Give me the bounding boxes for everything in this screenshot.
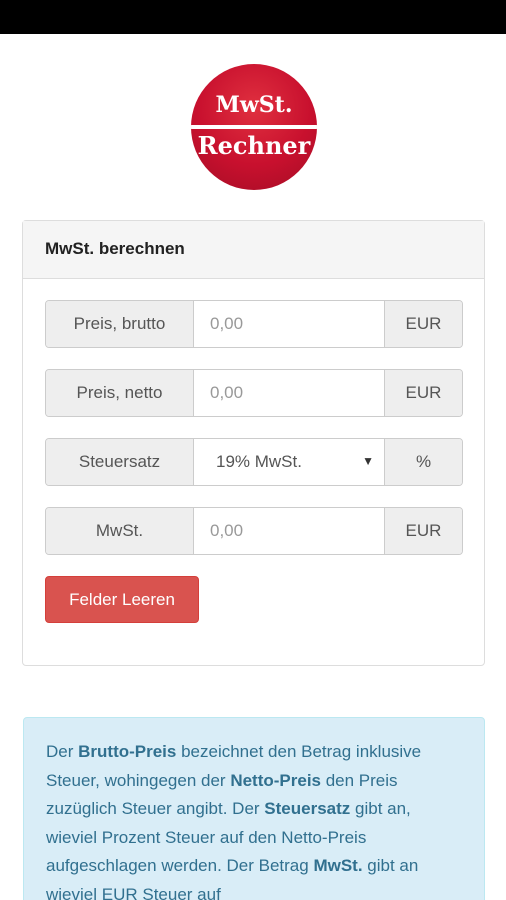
gross-price-group: Preis, brutto EUR: [45, 300, 463, 348]
tax-rate-group: Steuersatz 19% MwSt. ▼ %: [45, 438, 463, 486]
net-price-unit: EUR: [384, 370, 462, 416]
logo-divider: [191, 125, 317, 129]
gross-price-label: Preis, brutto: [46, 301, 194, 347]
tax-rate-unit: %: [384, 439, 462, 485]
info-text: Der: [46, 742, 79, 761]
info-alert: Der Brutto-Preis bezeichnet den Betrag i…: [23, 717, 485, 900]
vat-amount-unit: EUR: [384, 508, 462, 554]
logo-text-line2: Rechner: [197, 131, 311, 160]
info-term-vat: MwSt.: [313, 856, 363, 875]
gross-price-field-wrap: [194, 301, 384, 347]
status-bar: [0, 0, 506, 34]
tax-rate-label: Steuersatz: [46, 439, 194, 485]
net-price-field-wrap: [194, 370, 384, 416]
info-term-net: Netto-Preis: [230, 770, 321, 790]
net-price-label: Preis, netto: [46, 370, 194, 416]
tax-rate-selected-value: 19% MwSt.: [216, 452, 302, 471]
logo-text-line1: MwSt.: [215, 92, 293, 118]
panel-title: MwSt. berechnen: [23, 221, 484, 279]
gross-price-unit: EUR: [384, 301, 462, 347]
vat-amount-group: MwSt. EUR: [45, 507, 463, 555]
clear-fields-button[interactable]: Felder Leeren: [45, 576, 199, 623]
calculator-panel: MwSt. berechnen Preis, brutto EUR Preis,…: [22, 220, 485, 666]
info-term-gross: Brutto-Preis: [78, 742, 177, 761]
dropdown-caret-icon: ▼: [362, 454, 374, 468]
vat-amount-label: MwSt.: [46, 508, 194, 554]
tax-rate-select[interactable]: 19% MwSt. ▼: [194, 439, 384, 485]
vat-amount-field-wrap: [194, 508, 384, 554]
gross-price-input[interactable]: [210, 301, 384, 347]
app-logo: MwSt. Rechner: [191, 64, 317, 190]
net-price-input[interactable]: [210, 370, 384, 416]
vat-amount-input[interactable]: [210, 508, 384, 554]
net-price-group: Preis, netto EUR: [45, 369, 463, 417]
info-term-rate: Steuersatz: [264, 799, 351, 818]
